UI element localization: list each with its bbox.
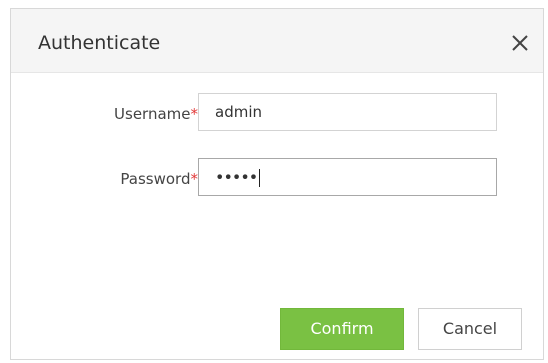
required-mark: * [190, 105, 199, 123]
password-input[interactable]: ••••• [198, 158, 497, 196]
cancel-button[interactable]: Cancel [418, 308, 522, 350]
close-icon[interactable] [509, 32, 531, 54]
dialog-title: Authenticate [38, 32, 161, 54]
required-mark: * [190, 170, 199, 188]
username-input[interactable]: admin [198, 93, 497, 131]
dialog-header: Authenticate [11, 9, 543, 73]
authenticate-dialog: Authenticate Username* admin Password* •… [10, 8, 544, 360]
username-value: admin [215, 103, 262, 121]
password-masked-value: ••••• [215, 167, 258, 187]
username-label: Username* [114, 105, 199, 123]
text-caret [259, 168, 261, 187]
confirm-button[interactable]: Confirm [280, 308, 404, 350]
password-label: Password* [120, 170, 199, 188]
